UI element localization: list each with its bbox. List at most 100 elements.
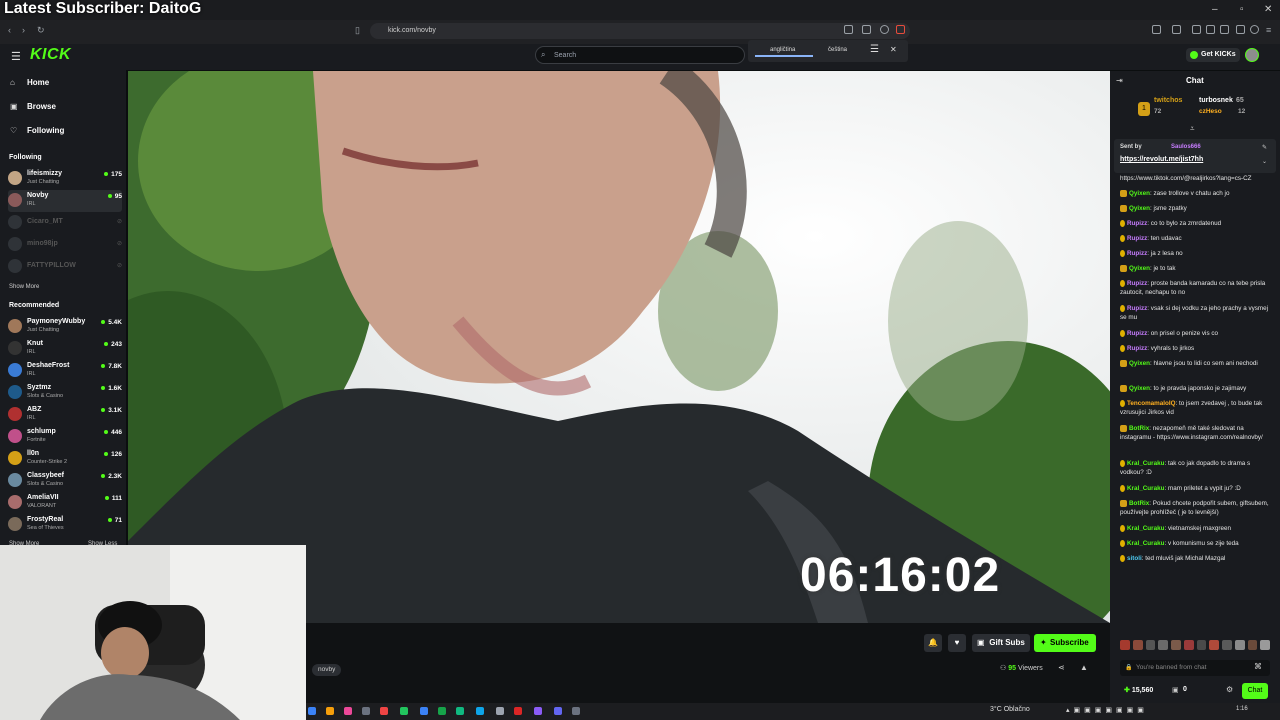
reload-icon[interactable]: ↻ <box>37 25 45 36</box>
chat-send-button[interactable]: Chat <box>1242 683 1268 699</box>
app-icon[interactable] <box>496 707 504 715</box>
share-icon[interactable] <box>862 25 871 34</box>
chat-username[interactable]: Rupizz <box>1127 305 1147 312</box>
sidebar-channel-offline[interactable]: mino98jp ⊘ <box>8 234 122 256</box>
chat-username[interactable]: TencomamaloIQ <box>1127 400 1176 407</box>
emote-icon[interactable] <box>1260 640 1270 650</box>
recommended-channel[interactable]: ll0n Counter-Strike 2 126 <box>8 448 122 470</box>
app-icon[interactable] <box>572 707 580 715</box>
chat-username[interactable]: Rupizz <box>1127 250 1147 257</box>
close-window-icon[interactable]: ✕ <box>1264 4 1272 15</box>
expand-pinned-icon[interactable]: ⌄ <box>1262 158 1267 165</box>
chat-username[interactable]: Rupizz <box>1127 280 1147 287</box>
app-icon[interactable] <box>476 707 484 715</box>
tab-english[interactable]: angličtina <box>770 47 795 53</box>
app-icon[interactable] <box>326 707 334 715</box>
system-clock[interactable]: 1:16 <box>1236 706 1248 712</box>
app-icon[interactable] <box>420 707 428 715</box>
minimize-icon[interactable]: – <box>1212 4 1218 15</box>
pinned-link[interactable]: https://revolut.me/jist7hh <box>1120 156 1203 163</box>
start-icon[interactable] <box>308 707 316 715</box>
app-icon[interactable] <box>438 707 446 715</box>
wallet-icon[interactable] <box>1220 25 1229 34</box>
report-icon[interactable]: ▲ <box>1080 663 1088 672</box>
stream-tag[interactable]: novby <box>312 664 342 676</box>
playlist-icon[interactable] <box>1192 25 1201 34</box>
user-avatar[interactable] <box>1245 48 1259 62</box>
app-icon[interactable] <box>400 707 408 715</box>
app-icon[interactable] <box>514 707 522 715</box>
recommended-channel[interactable]: FrostyReal Sea of Thieves 71 <box>8 514 122 536</box>
chat-username[interactable]: Qyixen <box>1129 205 1150 212</box>
recommended-channel[interactable]: Classybeef Slots & Casino 2.3K <box>8 470 122 492</box>
app-icon[interactable] <box>534 707 542 715</box>
collapse-chat-icon[interactable]: ⇥ <box>1116 76 1123 85</box>
hamburger-icon[interactable]: ☰ <box>11 50 21 63</box>
recommended-channel[interactable]: Syztmz Slots & Casino 1.6K <box>8 382 122 404</box>
emote-icon[interactable] <box>1132 640 1143 650</box>
chat-username[interactable]: Kral_Curaku <box>1127 525 1164 532</box>
emote-icon[interactable] <box>1196 640 1207 650</box>
recommended-channel[interactable]: DeshaeFrost IRL 7.8K <box>8 360 122 382</box>
unpin-icon[interactable]: ✎ <box>1262 144 1267 151</box>
menu-icon[interactable]: ≡ <box>1266 25 1271 35</box>
brave-app-icon[interactable] <box>380 707 388 715</box>
popup-menu-icon[interactable]: ☰ <box>870 44 879 55</box>
extension-icon[interactable] <box>1152 25 1161 34</box>
expand-gifters-icon[interactable]: ⩡ <box>1190 124 1195 134</box>
emote-icon[interactable] <box>1145 640 1156 650</box>
nav-browse[interactable]: Browse <box>27 102 56 111</box>
brave-shield-icon[interactable] <box>880 25 889 34</box>
popup-close-icon[interactable]: ✕ <box>890 45 897 54</box>
address-bar[interactable]: kick.com/novby <box>370 23 910 39</box>
sidebar-channel[interactable]: lifeismizzy Just Chatting 175 <box>8 168 122 190</box>
emote-icon[interactable] <box>1209 640 1219 650</box>
back-icon[interactable]: ‹ <box>8 25 11 35</box>
show-more-following[interactable]: Show More <box>9 284 39 290</box>
sidebar-channel-active[interactable]: Novby IRL 95 <box>8 190 122 212</box>
emote-icon[interactable] <box>1183 640 1194 650</box>
download-icon[interactable] <box>1236 25 1245 34</box>
gifter-name[interactable]: twitchos <box>1154 97 1182 104</box>
recommended-channel[interactable]: ABZ IRL 3.1K <box>8 404 122 426</box>
pinned-user[interactable]: Saulos666 <box>1171 144 1201 150</box>
chat-username[interactable]: Rupizz <box>1127 235 1147 242</box>
chat-username[interactable]: Qyixen <box>1129 190 1150 197</box>
bookmark-icon[interactable]: ▯ <box>355 25 360 36</box>
nav-home[interactable]: Home <box>27 78 49 87</box>
chat-username[interactable]: Rupizz <box>1127 345 1147 352</box>
vpn-icon[interactable] <box>1250 25 1259 34</box>
video-player[interactable] <box>128 71 1110 623</box>
chat-username[interactable]: Rupizz <box>1127 220 1147 227</box>
nav-following[interactable]: Following <box>27 126 64 135</box>
emote-icon[interactable] <box>1234 640 1245 650</box>
sidebar-channel-offline[interactable]: Cicaro_MT ⊘ <box>8 212 122 234</box>
kick-logo[interactable]: KICK <box>30 46 71 64</box>
chat-username[interactable]: sitoli <box>1127 555 1142 562</box>
app-icon[interactable] <box>344 707 352 715</box>
emoji-picker-icon[interactable]: ⌘ <box>1254 662 1262 671</box>
weather-widget[interactable]: 3°C Oblačno <box>990 706 1030 713</box>
recommended-channel[interactable]: Knut IRL 243 <box>8 338 122 360</box>
gifter-name[interactable]: czHeso <box>1199 108 1222 115</box>
sidebar-toggle-icon[interactable] <box>1206 25 1215 34</box>
chat-username[interactable]: Rupizz <box>1127 330 1147 337</box>
chat-username[interactable]: BotRix <box>1129 425 1149 432</box>
chat-username[interactable]: Kral_Curaku <box>1127 460 1164 467</box>
emote-icon[interactable] <box>1222 640 1232 650</box>
notification-bell-button[interactable]: 🔔 <box>924 634 942 652</box>
share-icon[interactable]: ⋖ <box>1058 663 1065 672</box>
recommended-channel[interactable]: PaymoneyWubby Just Chatting 5.4K <box>8 316 122 338</box>
chat-username[interactable]: Qyixen <box>1129 265 1150 272</box>
settings-gear-icon[interactable]: ⚙ <box>1226 685 1233 694</box>
chat-username[interactable]: Qyixen <box>1129 385 1150 392</box>
recommended-channel[interactable]: AmeliaVII VALORANT 111 <box>8 492 122 514</box>
rewards-icon[interactable] <box>896 25 905 34</box>
chat-username[interactable]: BotRix <box>1129 500 1149 507</box>
emote-icon[interactable] <box>1171 640 1181 650</box>
puzzle-icon[interactable] <box>1172 25 1181 34</box>
gifter-name[interactable]: turbosnek <box>1199 97 1233 104</box>
app-icon[interactable] <box>362 707 370 715</box>
chat-input[interactable]: You're banned from chat <box>1120 660 1270 676</box>
chat-username[interactable]: Kral_Curaku <box>1127 540 1164 547</box>
